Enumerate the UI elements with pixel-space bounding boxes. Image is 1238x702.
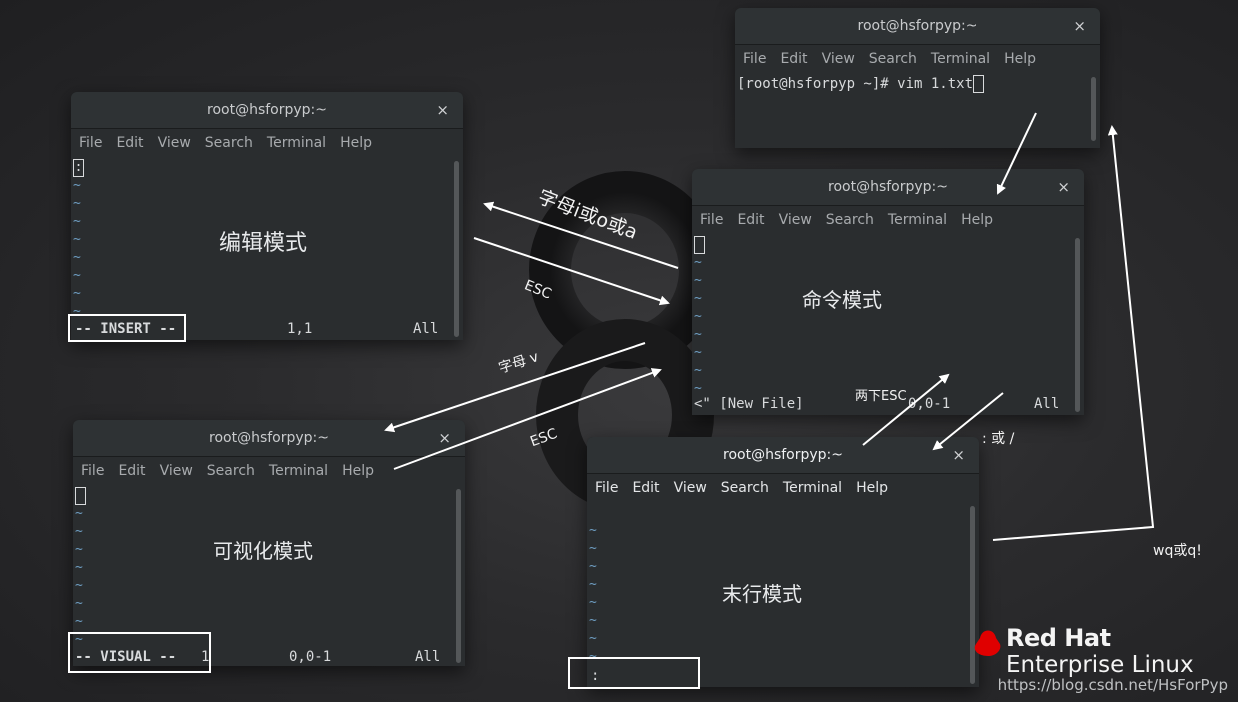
menu-search[interactable]: Search bbox=[205, 135, 253, 151]
menu-edit[interactable]: Edit bbox=[118, 463, 145, 479]
brand-line2: Enterprise Linux bbox=[1006, 652, 1194, 678]
terminal-body[interactable]: [root@hsforpyp ~]# vim 1.txt bbox=[735, 73, 1100, 148]
mode-label: 末行模式 bbox=[722, 582, 802, 606]
status-file: <" [New File] bbox=[694, 396, 804, 412]
window-title: root@hsforpyp:~ bbox=[723, 447, 843, 463]
text-cursor: : bbox=[73, 159, 84, 177]
menu-file[interactable]: File bbox=[81, 463, 104, 479]
menu-view[interactable]: View bbox=[674, 480, 707, 496]
status-scope: All bbox=[415, 649, 441, 665]
close-icon[interactable]: × bbox=[438, 429, 451, 447]
menu-edit[interactable]: Edit bbox=[632, 480, 659, 496]
scrollbar[interactable] bbox=[456, 489, 461, 663]
menu-help[interactable]: Help bbox=[1004, 51, 1036, 67]
menu-bar: File Edit View Search Terminal Help bbox=[73, 457, 465, 485]
highlight-box-lastline bbox=[568, 657, 700, 689]
label-to-lastline: : 或 / bbox=[982, 431, 1015, 447]
menu-file[interactable]: File bbox=[79, 135, 102, 151]
window-titlebar[interactable]: root@hsforpyp:~ × bbox=[71, 92, 463, 129]
menu-help[interactable]: Help bbox=[961, 212, 993, 228]
shell-prompt: [root@hsforpyp ~]# vim 1.txt bbox=[737, 76, 974, 92]
brand-line1: Red Hat bbox=[1006, 624, 1111, 652]
status-scope: All bbox=[413, 321, 439, 337]
menu-file[interactable]: File bbox=[595, 480, 618, 496]
menu-terminal[interactable]: Terminal bbox=[931, 51, 990, 67]
window-title: root@hsforpyp:~ bbox=[207, 102, 327, 118]
window-title: root@hsforpyp:~ bbox=[857, 18, 978, 34]
scrollbar[interactable] bbox=[1091, 77, 1096, 141]
menu-search[interactable]: Search bbox=[207, 463, 255, 479]
menu-edit[interactable]: Edit bbox=[780, 51, 807, 67]
menu-help[interactable]: Help bbox=[340, 135, 372, 151]
menu-search[interactable]: Search bbox=[869, 51, 917, 67]
menu-terminal[interactable]: Terminal bbox=[888, 212, 947, 228]
window-titlebar[interactable]: root@hsforpyp:~ × bbox=[73, 420, 465, 457]
menu-search[interactable]: Search bbox=[826, 212, 874, 228]
label-quit: wq或q! bbox=[1153, 543, 1202, 559]
terminal-window-visual: root@hsforpyp:~ × File Edit View Search … bbox=[73, 420, 465, 666]
tilde-column: ~ ~ ~ ~ ~ ~ ~ ~ bbox=[589, 523, 597, 664]
highlight-box-insert bbox=[68, 314, 186, 342]
window-title: root@hsforpyp:~ bbox=[209, 430, 329, 446]
watermark-url: https://blog.csdn.net/HsForPyp bbox=[997, 676, 1228, 694]
menu-bar: File Edit View Search Terminal Help bbox=[587, 474, 979, 502]
menu-help[interactable]: Help bbox=[856, 480, 888, 496]
window-titlebar[interactable]: root@hsforpyp:~ × bbox=[735, 8, 1100, 45]
mode-label: 编辑模式 bbox=[219, 231, 308, 256]
status-position: 1,1 bbox=[287, 321, 313, 337]
menu-search[interactable]: Search bbox=[721, 480, 769, 496]
status-position: 0,0-1 bbox=[908, 396, 951, 412]
tilde-column: ~ ~ ~ ~ ~ ~ ~ ~ bbox=[694, 255, 702, 396]
menu-file[interactable]: File bbox=[700, 212, 723, 228]
menu-bar: File Edit View Search Terminal Help bbox=[692, 206, 1084, 234]
menu-terminal[interactable]: Terminal bbox=[267, 135, 326, 151]
menu-terminal[interactable]: Terminal bbox=[269, 463, 328, 479]
terminal-window-command: root@hsforpyp:~ × File Edit View Search … bbox=[692, 169, 1084, 415]
menu-edit[interactable]: Edit bbox=[737, 212, 764, 228]
terminal-body[interactable]: : ~ ~ ~ ~ ~ ~ ~ ~ 编辑模式 -- INSERT -- 1,1 All bbox=[71, 157, 463, 340]
menu-view[interactable]: View bbox=[158, 135, 191, 151]
close-icon[interactable]: × bbox=[1057, 178, 1070, 196]
close-icon[interactable]: × bbox=[952, 446, 965, 464]
close-icon[interactable]: × bbox=[1073, 17, 1086, 35]
status-scope: All bbox=[1034, 396, 1060, 412]
status-position: 0,0-1 bbox=[289, 649, 332, 665]
window-titlebar[interactable]: root@hsforpyp:~ × bbox=[587, 437, 979, 474]
menu-edit[interactable]: Edit bbox=[116, 135, 143, 151]
redhat-logo: Red Hat Enterprise Linux bbox=[972, 624, 1194, 678]
terminal-window-insert: root@hsforpyp:~ × File Edit View Search … bbox=[71, 92, 463, 340]
terminal-window-shell: root@hsforpyp:~ × File Edit View Search … bbox=[735, 8, 1100, 148]
menu-help[interactable]: Help bbox=[342, 463, 374, 479]
menu-view[interactable]: View bbox=[822, 51, 855, 67]
menu-bar: File Edit View Search Terminal Help bbox=[71, 129, 463, 157]
window-title: root@hsforpyp:~ bbox=[828, 179, 948, 195]
mode-label: 命令模式 bbox=[802, 288, 882, 312]
tilde-column: ~ ~ ~ ~ ~ ~ ~ ~ bbox=[73, 178, 81, 319]
highlight-box-visual bbox=[68, 632, 211, 673]
menu-terminal[interactable]: Terminal bbox=[783, 480, 842, 496]
mode-label: 可视化模式 bbox=[213, 539, 313, 563]
menu-view[interactable]: View bbox=[160, 463, 193, 479]
label-lastline-esc: 两下ESC bbox=[855, 389, 907, 404]
text-cursor bbox=[694, 236, 705, 254]
scrollbar[interactable] bbox=[454, 161, 459, 337]
scrollbar[interactable] bbox=[1075, 238, 1080, 412]
close-icon[interactable]: × bbox=[436, 101, 449, 119]
window-titlebar[interactable]: root@hsforpyp:~ × bbox=[692, 169, 1084, 206]
redhat-hat-icon bbox=[974, 630, 1001, 656]
text-cursor bbox=[75, 487, 86, 505]
menu-file[interactable]: File bbox=[743, 51, 766, 67]
menu-view[interactable]: View bbox=[779, 212, 812, 228]
terminal-window-lastline: root@hsforpyp:~ × File Edit View Search … bbox=[587, 437, 979, 687]
text-cursor bbox=[973, 75, 985, 93]
tilde-column: ~ ~ ~ ~ ~ ~ ~ ~ bbox=[75, 506, 83, 647]
menu-bar: File Edit View Search Terminal Help bbox=[735, 45, 1100, 73]
